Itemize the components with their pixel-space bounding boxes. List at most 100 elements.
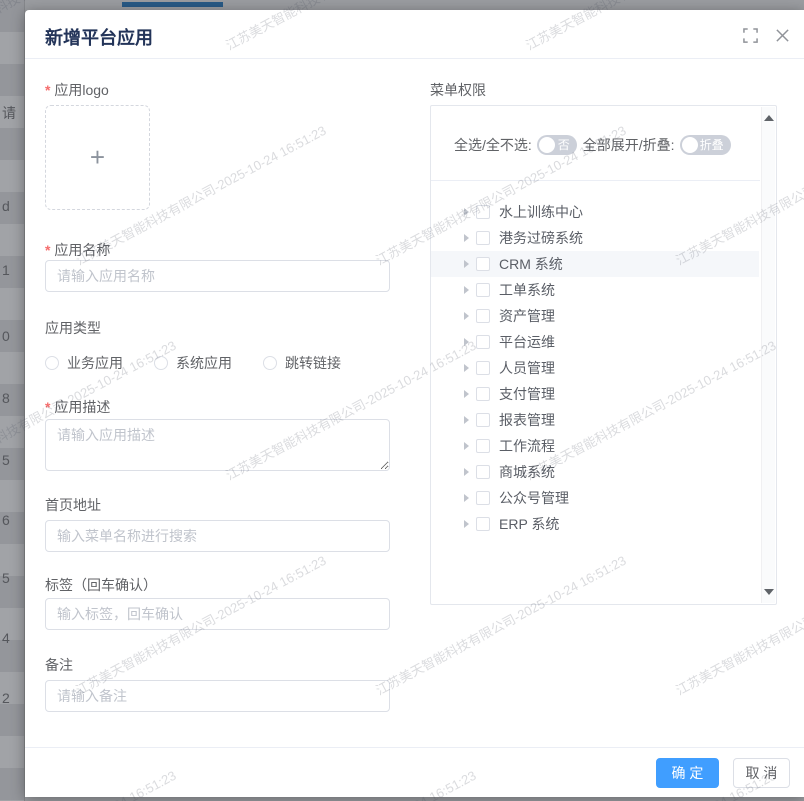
tree-label: 支付管理 — [499, 384, 555, 404]
tree-label: 工作流程 — [499, 436, 555, 456]
tree-scrollbar[interactable] — [761, 107, 775, 603]
select-all-toggle[interactable]: 否 — [537, 135, 577, 155]
radio-circle-icon — [154, 356, 168, 370]
expand-caret-icon[interactable] — [464, 312, 469, 320]
tree-label: 工单系统 — [499, 280, 555, 300]
tree-label: 报表管理 — [499, 410, 555, 430]
add-platform-app-dialog: 新增平台应用 应用logo + 应用名称 应用类型 业务应用 系统应用 跳转链接 — [25, 10, 804, 797]
logo-upload-box[interactable]: + — [45, 105, 150, 210]
tree-checkbox[interactable] — [476, 491, 490, 505]
cancel-button[interactable]: 取 消 — [733, 758, 790, 788]
tree-row[interactable]: 资产管理 — [431, 303, 759, 329]
tree-checkbox[interactable] — [476, 387, 490, 401]
tree-label: 人员管理 — [499, 358, 555, 378]
tree-label: 平台运维 — [499, 332, 555, 352]
tags-label: 标签（回车确认） — [45, 575, 157, 595]
tree-divider — [431, 180, 760, 181]
tree-checkbox[interactable] — [476, 257, 490, 271]
scroll-up-icon[interactable] — [764, 115, 774, 121]
tree-row[interactable]: 人员管理 — [431, 355, 759, 381]
expand-caret-icon[interactable] — [464, 286, 469, 294]
homepage-label: 首页地址 — [45, 495, 101, 515]
description-label: 应用描述 — [45, 397, 110, 417]
tree-label: 商城系统 — [499, 462, 555, 482]
background-text-fragment: 请 — [2, 103, 16, 123]
background-text-fragment: 4 — [2, 630, 10, 646]
logo-label: 应用logo — [45, 80, 109, 100]
radio-circle-icon — [263, 356, 277, 370]
tree-row[interactable]: 港务过磅系统 — [431, 225, 759, 251]
expand-caret-icon[interactable] — [464, 416, 469, 424]
background-text-fragment: 2 — [2, 690, 10, 706]
tree-row[interactable]: 公众号管理 — [431, 485, 759, 511]
tree-row[interactable]: 工单系统 — [431, 277, 759, 303]
tree-row[interactable]: 报表管理 — [431, 407, 759, 433]
toggle-knob — [539, 137, 555, 153]
tree-label: ERP 系统 — [499, 514, 559, 534]
tree-row[interactable]: 平台运维 — [431, 329, 759, 355]
tree-checkbox[interactable] — [476, 309, 490, 323]
expand-collapse-label: 全部展开/折叠: — [583, 135, 675, 155]
tree-checkbox[interactable] — [476, 335, 490, 349]
tree-row[interactable]: ERP 系统 — [431, 511, 759, 537]
tree-label: 水上训练中心 — [499, 202, 583, 222]
description-textarea[interactable] — [45, 419, 390, 471]
tree-checkbox[interactable] — [476, 413, 490, 427]
expand-caret-icon[interactable] — [464, 442, 469, 450]
tree-checkbox[interactable] — [476, 439, 490, 453]
name-input[interactable] — [45, 260, 390, 292]
expand-caret-icon[interactable] — [464, 494, 469, 502]
expand-caret-icon[interactable] — [464, 208, 469, 216]
tree-row[interactable]: 商城系统 — [431, 459, 759, 485]
radio-jump-link[interactable]: 跳转链接 — [263, 353, 341, 373]
tree-row[interactable]: 支付管理 — [431, 381, 759, 407]
confirm-button[interactable]: 确 定 — [656, 758, 719, 788]
menu-permissions-tree-box: 全选/全不选: 否 全部展开/折叠: 折叠 水上训练中心 港务过磅系统 — [430, 105, 777, 605]
tree-checkbox[interactable] — [476, 465, 490, 479]
tree-checkbox[interactable] — [476, 517, 490, 531]
tags-input[interactable] — [45, 598, 390, 630]
dialog-header: 新增平台应用 — [25, 10, 804, 59]
tree-toggle-row: 全选/全不选: 否 全部展开/折叠: 折叠 — [454, 134, 737, 156]
scroll-down-icon[interactable] — [764, 589, 774, 595]
expand-caret-icon[interactable] — [464, 520, 469, 528]
tree-checkbox[interactable] — [476, 361, 490, 375]
tree-checkbox[interactable] — [476, 231, 490, 245]
tree-rows: 水上训练中心 港务过磅系统 CRM 系统 工单系统 资产管理 — [431, 199, 759, 537]
tree-checkbox[interactable] — [476, 205, 490, 219]
toggle-knob — [682, 137, 698, 153]
background-text-fragment: 8 — [2, 390, 10, 406]
tree-row[interactable]: 水上训练中心 — [431, 199, 759, 225]
remark-label: 备注 — [45, 655, 73, 675]
app-type-radio-group: 业务应用 系统应用 跳转链接 — [45, 353, 372, 373]
expand-caret-icon[interactable] — [464, 338, 469, 346]
tree-checkbox[interactable] — [476, 283, 490, 297]
homepage-input[interactable] — [45, 520, 390, 552]
expand-caret-icon[interactable] — [464, 260, 469, 268]
expand-collapse-toggle[interactable]: 折叠 — [680, 135, 731, 155]
tree-row[interactable]: 工作流程 — [431, 433, 759, 459]
close-icon[interactable] — [775, 28, 790, 43]
background-text-fragment: 5 — [2, 452, 10, 468]
type-label: 应用类型 — [45, 318, 101, 338]
background-text-fragment: 5 — [2, 570, 10, 586]
radio-business-app[interactable]: 业务应用 — [45, 353, 123, 373]
fullscreen-icon[interactable] — [743, 28, 758, 43]
name-label: 应用名称 — [45, 240, 110, 260]
dialog-footer: 确 定 取 消 — [25, 747, 804, 797]
expand-caret-icon[interactable] — [464, 468, 469, 476]
expand-caret-icon[interactable] — [464, 390, 469, 398]
remark-input[interactable] — [45, 680, 390, 712]
expand-caret-icon[interactable] — [464, 364, 469, 372]
background-tab-indicator — [122, 2, 223, 7]
tree-label: CRM 系统 — [499, 254, 563, 274]
expand-caret-icon[interactable] — [464, 234, 469, 242]
dialog-title: 新增平台应用 — [45, 24, 153, 50]
radio-circle-icon — [45, 356, 59, 370]
background-text-fragment: d — [2, 198, 10, 214]
select-all-label: 全选/全不选: — [454, 135, 532, 155]
tree-row[interactable]: CRM 系统 — [431, 251, 759, 277]
tree-label: 公众号管理 — [499, 488, 569, 508]
radio-system-app[interactable]: 系统应用 — [154, 353, 232, 373]
background-text-fragment: 1 — [2, 262, 10, 278]
